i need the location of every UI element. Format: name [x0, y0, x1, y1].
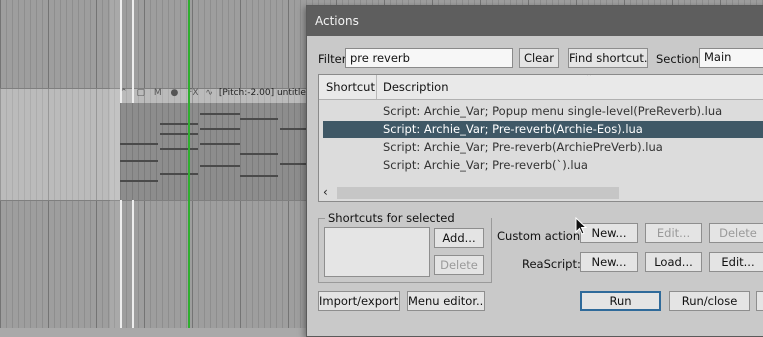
column-header-shortcut[interactable]: Shortcut: [326, 80, 375, 94]
list-item[interactable]: Script: Archie_Var; Pre-reverb(ArchiePre…: [323, 139, 763, 156]
list-item[interactable]: Script: Archie_Var; Popup menu single-le…: [323, 103, 763, 120]
close-button[interactable]: [756, 291, 763, 311]
column-separator[interactable]: [376, 75, 377, 99]
item-name: [Pitch:-2.00] untitle: [218, 88, 306, 98]
scrollbar-thumb[interactable]: [337, 187, 619, 199]
midi-note[interactable]: [160, 123, 198, 125]
midi-note[interactable]: [200, 165, 240, 167]
midi-note[interactable]: [160, 133, 198, 135]
midi-note[interactable]: [200, 143, 240, 145]
section-select[interactable]: Main: [699, 48, 763, 68]
add-shortcut-button[interactable]: Add...: [434, 228, 484, 248]
midi-item[interactable]: [120, 103, 310, 200]
midi-note[interactable]: [200, 128, 240, 130]
filter-input[interactable]: [345, 48, 513, 68]
midi-note[interactable]: [240, 153, 278, 155]
envelope-icon: ⌃: [120, 88, 128, 98]
action-description: Script: Archie_Var; Popup menu single-le…: [383, 104, 723, 118]
list-item-selected[interactable]: Script: Archie_Var; Pre-reverb(Archie-Eo…: [323, 121, 763, 138]
list-header: Shortcut Description ⌃: [319, 75, 763, 100]
take-envelope-icon[interactable]: ∿: [205, 88, 213, 98]
custom-edit-button[interactable]: Edit...: [645, 223, 702, 243]
custom-new-button[interactable]: New...: [580, 223, 638, 243]
dialog-titlebar[interactable]: Actions: [307, 6, 763, 36]
clear-button[interactable]: Clear: [519, 48, 559, 68]
reascript-label: ReaScript:: [522, 257, 581, 271]
midi-note[interactable]: [120, 143, 158, 145]
menu-editor-button[interactable]: Menu editor...: [407, 291, 485, 311]
midi-note[interactable]: [280, 128, 308, 130]
comment-icon[interactable]: ●: [170, 88, 178, 98]
lock-icon[interactable]: ▢: [136, 88, 145, 98]
midi-note[interactable]: [120, 180, 158, 182]
midi-note[interactable]: [120, 160, 158, 162]
reascript-new-button[interactable]: New...: [580, 252, 638, 272]
reascript-edit-button[interactable]: Edit...: [709, 252, 763, 272]
run-button[interactable]: Run: [580, 291, 661, 311]
list-item[interactable]: Script: Archie_Var; Pre-reverb(`).lua: [323, 157, 763, 174]
action-description: Script: Archie_Var; Pre-reverb(Archie-Eo…: [383, 122, 643, 136]
find-shortcut-button[interactable]: Find shortcut...: [568, 48, 648, 68]
sort-arrow-icon: ⌃: [585, 74, 594, 83]
horizontal-scrollbar[interactable]: ‹: [319, 185, 763, 201]
midi-note[interactable]: [240, 175, 278, 177]
midi-note[interactable]: [240, 118, 278, 120]
mouse-cursor-icon: [575, 217, 587, 235]
custom-delete-button[interactable]: Delete: [709, 223, 763, 243]
section-label: Section:: [656, 52, 703, 66]
scroll-left-icon[interactable]: ‹: [323, 185, 328, 199]
mute-label[interactable]: M: [154, 88, 162, 98]
loop-region-edge: [110, 0, 120, 328]
actions-dialog: Actions Filter: Clear Find shortcut... S…: [306, 5, 763, 337]
delete-shortcut-button[interactable]: Delete: [434, 255, 484, 275]
column-header-description[interactable]: Description: [383, 80, 449, 94]
import-export-button[interactable]: Import/export...: [318, 291, 400, 311]
midi-note[interactable]: [160, 173, 198, 175]
reascript-load-button[interactable]: Load...: [645, 252, 702, 272]
shortcuts-group: Shortcuts for selected action Add... Del…: [318, 211, 492, 283]
playhead-cursor[interactable]: [188, 0, 190, 328]
action-description: Script: Archie_Var; Pre-reverb(`).lua: [383, 158, 588, 172]
media-item-header[interactable]: ⌃ ▢ M ● FX ∿ [Pitch:-2.00] untitle: [120, 88, 310, 103]
midi-note[interactable]: [280, 163, 308, 165]
run-close-button[interactable]: Run/close: [669, 291, 750, 311]
actions-list[interactable]: Shortcut Description ⌃ Script: Archie_Va…: [318, 74, 763, 202]
shortcuts-list[interactable]: [324, 227, 430, 277]
midi-note[interactable]: [160, 148, 198, 150]
dialog-title: Actions: [315, 14, 359, 28]
action-description: Script: Archie_Var; Pre-reverb(ArchiePre…: [383, 140, 663, 154]
midi-note[interactable]: [200, 113, 240, 115]
